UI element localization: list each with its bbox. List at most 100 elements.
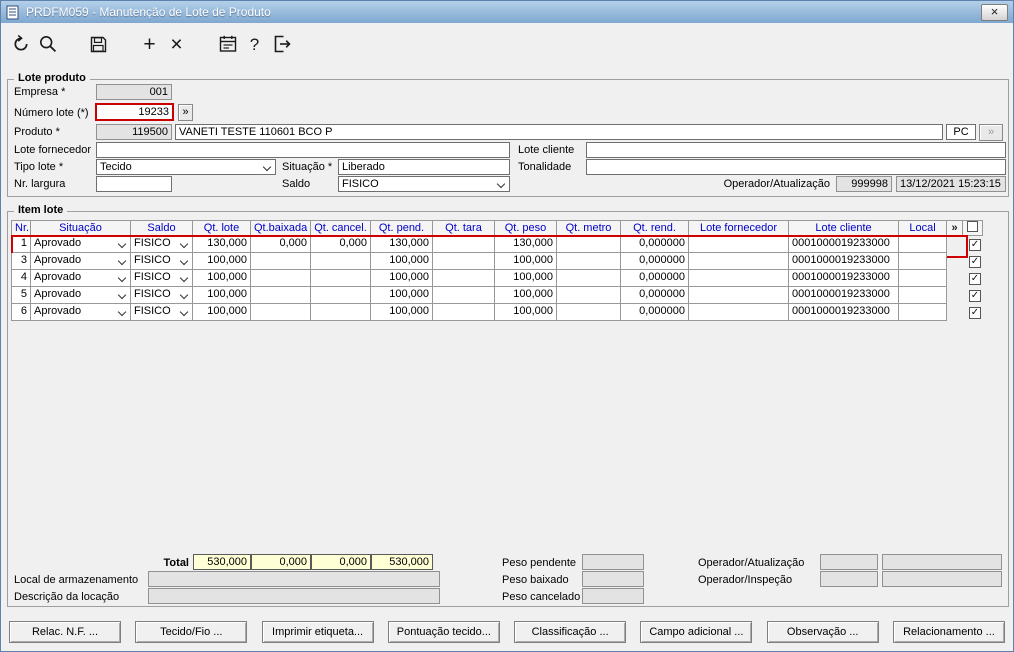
footer-button[interactable]: Pontuação tecido... (387, 621, 500, 643)
grid-cell-dropdown[interactable]: FISICO (131, 253, 193, 270)
saldo-select[interactable]: FISICO (338, 176, 510, 192)
grid-cell (311, 304, 371, 321)
row-checkbox[interactable]: ✓ (963, 270, 983, 287)
save-button[interactable] (85, 31, 112, 58)
help-button[interactable]: ? (241, 31, 268, 58)
search-button[interactable] (34, 31, 61, 58)
exit-button[interactable] (268, 31, 295, 58)
empresa-field: 001 (96, 84, 172, 100)
grid-row[interactable]: 6 Aprovado FISICO 100,000 100,000 100,000 0,00… (11, 304, 983, 321)
grid-col-header[interactable]: Nr. (11, 220, 31, 236)
checkmark-icon: ✓ (969, 238, 981, 251)
grid-cell-dropdown[interactable]: FISICO (131, 287, 193, 304)
refresh-button[interactable] (7, 31, 34, 58)
grid-cell: 4 (11, 270, 31, 287)
grid-col-header[interactable]: Qt. lote (193, 220, 251, 236)
descricao-locacao-field (148, 588, 440, 604)
grid-col-header[interactable]: Qt. peso (495, 220, 557, 236)
grid-cell (689, 236, 789, 253)
footer-button[interactable]: Classificação ... (514, 621, 627, 643)
grid-cell-dropdown[interactable]: FISICO (131, 270, 193, 287)
grid-more-columns-button[interactable]: » (947, 220, 963, 236)
lote-cliente-field[interactable] (586, 142, 1006, 158)
grid-cell (251, 304, 311, 321)
grid-cell (557, 253, 621, 270)
numero-lote-field[interactable]: 19233 (95, 103, 174, 121)
checkmark-icon: ✓ (969, 272, 981, 285)
calendar-button[interactable] (214, 31, 241, 58)
footer-operador-atualizacao-label: Operador/Atualização (698, 557, 805, 569)
footer-button[interactable]: Imprimir etiqueta... (261, 621, 374, 643)
grid-row[interactable]: 3 Aprovado FISICO 100,000 100,000 100,000 0,00… (11, 253, 983, 270)
chevron-down-icon (117, 273, 127, 283)
grid-cell: 130,000 (193, 236, 251, 253)
grid-cell-dropdown[interactable]: Aprovado (31, 304, 131, 321)
produto-unidade-field: PC (946, 124, 976, 140)
grid-cell: 0001000019233000 (789, 287, 899, 304)
grid-cell: 100,000 (371, 270, 433, 287)
grid-cell-dropdown[interactable]: FISICO (131, 236, 193, 253)
nr-largura-field[interactable] (96, 176, 172, 192)
grid-cell: 100,000 (193, 287, 251, 304)
row-checkbox[interactable]: ✓ (963, 236, 983, 253)
grid-col-header[interactable]: Qt. rend. (621, 220, 689, 236)
grid-cell-dropdown[interactable]: Aprovado (31, 287, 131, 304)
footer-operador-atualizacao-field-1 (820, 554, 878, 570)
grid-cell-dropdown[interactable]: Aprovado (31, 236, 131, 253)
delete-button[interactable]: × (163, 31, 190, 58)
grid-cell (433, 287, 495, 304)
footer-button[interactable]: Relac. N.F. ... (9, 621, 121, 643)
grid-cell-dropdown[interactable]: Aprovado (31, 253, 131, 270)
chevron-down-icon (179, 273, 189, 283)
grid-cell-dropdown[interactable]: Aprovado (31, 270, 131, 287)
grid-col-header[interactable]: Situação (31, 220, 131, 236)
grid-col-header[interactable]: Qt. metro (557, 220, 621, 236)
grid-cell: 5 (11, 287, 31, 304)
peso-baixado-label: Peso baixado (502, 574, 569, 586)
grid-cell (689, 287, 789, 304)
grid-cell: 6 (11, 304, 31, 321)
situacao-field[interactable]: Liberado (338, 159, 510, 175)
chevron-down-icon (117, 307, 127, 317)
item-lote-grid: Nr. Situação Saldo Qt. lote Qt.baixada Qt. ca… (11, 220, 983, 321)
grid-col-header[interactable]: Qt. cancel. (311, 220, 371, 236)
chevron-down-icon (117, 290, 127, 300)
footer-operador-inspecao-field-2 (882, 571, 1002, 587)
grid-row[interactable]: 1 Aprovado FISICO 130,000 0,000 0,000 130,000 1… (11, 235, 983, 258)
footer-button[interactable]: Campo adicional ... (640, 621, 753, 643)
grid-col-header[interactable]: Qt. pend. (371, 220, 433, 236)
grid-col-header[interactable]: Qt. tara (433, 220, 495, 236)
grid-col-header[interactable]: Local (899, 220, 947, 236)
footer-operador-atualizacao-field-2 (882, 554, 1002, 570)
footer-button[interactable]: Relacionamento ... (892, 621, 1005, 643)
grid-row[interactable]: 5 Aprovado FISICO 100,000 100,000 100,000 0,00… (11, 287, 983, 304)
numero-lote-expand-button[interactable]: » (178, 104, 193, 121)
tipo-lote-select[interactable]: Tecido (96, 159, 276, 175)
total-qt-lote-field: 530,000 (193, 554, 251, 570)
grid-checkbox-header[interactable] (963, 220, 983, 236)
tonalidade-field[interactable] (586, 159, 1006, 175)
close-button[interactable]: × (981, 3, 1008, 21)
numero-lote-label: Número lote (*) (14, 107, 89, 119)
lote-fornecedor-field[interactable] (96, 142, 510, 158)
peso-cancelado-field (582, 588, 644, 604)
row-checkbox[interactable]: ✓ (963, 287, 983, 304)
grid-col-header[interactable]: Saldo (131, 220, 193, 236)
produto-expand-button[interactable]: » (979, 124, 1003, 141)
grid-cell (557, 236, 621, 253)
grid-cell-dropdown[interactable]: FISICO (131, 304, 193, 321)
row-checkbox[interactable]: ✓ (963, 304, 983, 321)
grid-cell: 0001000019233000 (789, 270, 899, 287)
grid-cell: 0001000019233000 (789, 253, 899, 270)
footer-button[interactable]: Observação ... (766, 621, 879, 643)
descricao-locacao-label: Descrição da locação (14, 591, 120, 603)
footer-button[interactable]: Tecido/Fio ... (135, 621, 248, 643)
add-button[interactable]: + (136, 31, 163, 58)
grid-row[interactable]: 4 Aprovado FISICO 100,000 100,000 100,000 0,00… (11, 270, 983, 287)
grid-col-header[interactable]: Lote cliente (789, 220, 899, 236)
grid-col-header[interactable]: Qt.baixada (251, 220, 311, 236)
row-checkbox[interactable]: ✓ (963, 253, 983, 270)
grid-col-header[interactable]: Lote fornecedor (689, 220, 789, 236)
lote-produto-group: Lote produto Empresa * 001 Número lote (… (7, 72, 1009, 197)
